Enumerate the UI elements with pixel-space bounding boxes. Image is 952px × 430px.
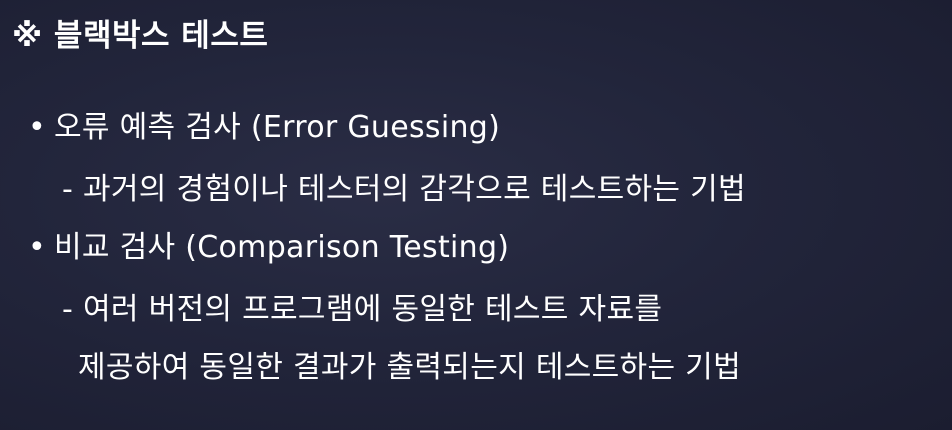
bullet-icon: • — [28, 110, 46, 145]
slide: ※ 블랙박스 테스트 • 오류 예측 검사 (Error Guessing) - … — [0, 0, 952, 430]
bullet-title: 오류 예측 검사 (Error Guessing) — [54, 110, 501, 145]
bullet-item-error-guessing: • 오류 예측 검사 (Error Guessing) — [28, 108, 500, 148]
bullet-title: 비교 검사 (Comparison Testing) — [54, 230, 510, 265]
bullet-item-comparison-testing: • 비교 검사 (Comparison Testing) — [28, 228, 509, 268]
bullet-description-continued: 제공하여 동일한 결과가 출력되는지 테스트하는 기법 — [78, 350, 741, 385]
bullet-description: - 과거의 경험이나 테스터의 감각으로 테스트하는 기법 — [62, 172, 746, 207]
bullet-icon: • — [28, 230, 46, 265]
slide-heading: ※ 블랙박스 테스트 — [12, 18, 269, 54]
bullet-description: - 여러 버전의 프로그램에 동일한 테스트 자료를 — [62, 292, 663, 327]
